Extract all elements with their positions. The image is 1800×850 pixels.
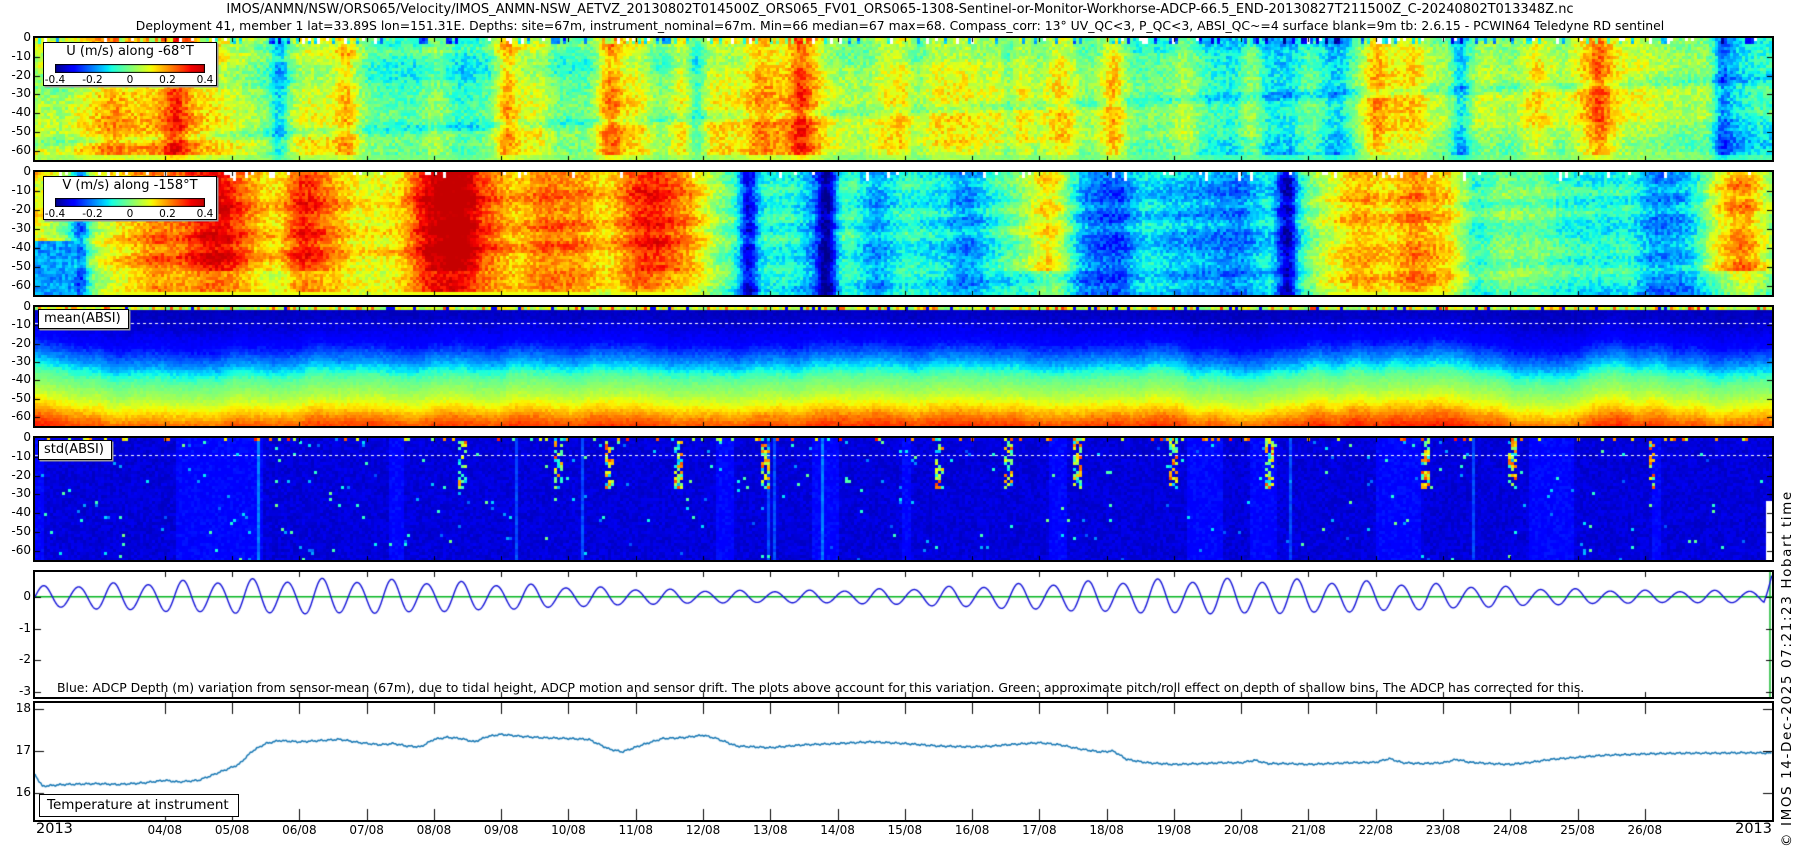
colorbar-tick-label: -0.4 — [44, 208, 66, 220]
mean-absi-label: mean(ABSI) — [38, 309, 129, 329]
date-tick-label: 20/08 — [1223, 823, 1259, 837]
colorbar-tick-label: -0.2 — [82, 74, 103, 86]
temperature-tick-label: 16 — [15, 784, 31, 799]
temperature-plot — [35, 703, 1772, 820]
temperature-tick-label: 18 — [15, 701, 31, 716]
date-tick-label: 04/08 — [147, 823, 183, 837]
panel-depth-variation: Blue: ADCP Depth (m) variation from sens… — [33, 570, 1774, 699]
depth-tick-label: 0 — [23, 164, 31, 178]
depth-tick-label: -30 — [11, 486, 31, 501]
depth-tick-label: -60 — [11, 408, 31, 423]
depth-tick-label: -50 — [11, 390, 31, 405]
depth-tick-label: -40 — [11, 239, 31, 254]
temperature-tick-label: 17 — [15, 743, 31, 758]
date-tick-label: 16/08 — [954, 823, 990, 837]
depth-tick-label: -30 — [11, 353, 31, 368]
panel-mean-absi: mean(ABSI) — [33, 305, 1774, 428]
date-tick-label: 06/08 — [282, 823, 317, 837]
depth-tick-label: -50 — [11, 523, 31, 538]
colorbar-tick-label: -0.2 — [82, 208, 103, 220]
depth-tick-label: -40 — [11, 372, 31, 387]
date-tick-label: 17/08 — [1022, 823, 1057, 837]
depth-variation-note: Blue: ADCP Depth (m) variation from sens… — [57, 680, 1585, 695]
depth-tick-label: -60 — [11, 142, 31, 157]
depth-tick-label: -30 — [11, 220, 31, 235]
figure-title-filename: IMOS/ANMN/NSW/ORS065/Velocity/IMOS_ANMN-… — [226, 2, 1574, 17]
depth-tick-label: -60 — [11, 542, 31, 557]
figure-subtitle-deployment: Deployment 41, member 1 lat=33.89S lon=1… — [135, 18, 1665, 33]
colorbar-tick-label: 0.4 — [196, 74, 214, 86]
date-tick-label: 21/08 — [1291, 823, 1326, 837]
colorbar-tick-label: 0.2 — [159, 208, 176, 220]
depth-tick-label: 0 — [23, 430, 31, 444]
date-tick-label: 07/08 — [349, 823, 384, 837]
date-tick-label: 18/08 — [1089, 823, 1124, 837]
temperature-label: Temperature at instrument — [39, 794, 239, 817]
std-absi-heatmap — [35, 438, 1772, 560]
depth-tick-label: -30 — [11, 86, 31, 101]
depth-tick-label: -10 — [11, 448, 31, 463]
date-tick-label: 25/08 — [1560, 823, 1595, 837]
x-axis-year-left: 2013 — [36, 821, 73, 837]
u-legend-title: U (m/s) along -68°T — [66, 44, 194, 59]
depth-tick-label: -40 — [11, 105, 31, 120]
panel-v-velocity: V (m/s) along -158°T -0.4 -0.2 0 0.2 0.4 — [33, 170, 1774, 297]
depth-tick-label: -20 — [11, 67, 31, 82]
depth-tick-label: -20 — [11, 335, 31, 350]
date-tick-label: 15/08 — [887, 823, 923, 837]
adcp-figure: IMOS/ANMN/NSW/ORS065/Velocity/IMOS_ANMN-… — [0, 0, 1800, 850]
mean-absi-heatmap — [35, 307, 1772, 426]
depth-variation-tick-label: -1 — [19, 620, 31, 635]
depth-tick-label: -10 — [11, 317, 31, 332]
date-tick-label: 23/08 — [1425, 823, 1461, 837]
date-tick-label: 10/08 — [551, 823, 586, 837]
x-axis-year-right: 2013 — [1735, 821, 1772, 837]
depth-tick-label: -10 — [11, 182, 31, 197]
panel-std-absi: std(ABSI) — [33, 436, 1774, 562]
colorbar-tick-label: 0.2 — [159, 74, 176, 86]
colorbar-tick-label: 0 — [126, 74, 134, 86]
depth-variation-tick-label: -2 — [19, 652, 31, 667]
date-tick-label: 13/08 — [753, 823, 788, 837]
depth-tick-label: -20 — [11, 467, 31, 482]
date-tick-label: 24/08 — [1493, 823, 1528, 837]
depth-variation-tick-label: -3 — [19, 684, 31, 699]
depth-tick-label: 0 — [23, 299, 31, 313]
depth-variation-plot — [35, 572, 1772, 697]
u-legend: U (m/s) along -68°T -0.4 -0.2 0 0.2 0.4 — [43, 42, 217, 86]
v-colorbar — [55, 198, 205, 207]
depth-tick-label: -50 — [11, 123, 31, 138]
depth-tick-label: -20 — [11, 201, 31, 216]
v-legend-title: V (m/s) along -158°T — [62, 178, 198, 193]
u-colorbar — [55, 64, 205, 73]
depth-tick-label: -10 — [11, 48, 31, 63]
v-velocity-heatmap — [35, 172, 1772, 295]
depth-variation-tick-label: 0 — [23, 588, 31, 603]
depth-tick-label: -40 — [11, 505, 31, 520]
depth-tick-label: -50 — [11, 258, 31, 273]
date-tick-label: 14/08 — [820, 823, 855, 837]
date-tick-label: 22/08 — [1358, 823, 1394, 837]
date-tick-label: 05/08 — [214, 823, 250, 837]
date-tick-label: 09/08 — [483, 823, 519, 837]
panel-u-velocity: U (m/s) along -68°T -0.4 -0.2 0 0.2 0.4 — [33, 36, 1774, 162]
colorbar-tick-label: 0.4 — [196, 208, 214, 220]
date-tick-label: 08/08 — [416, 823, 452, 837]
v-legend: V (m/s) along -158°T -0.4 -0.2 0 0.2 0.4 — [43, 176, 217, 220]
date-tick-label: 11/08 — [618, 823, 654, 837]
imos-watermark: © IMOS 14-Dec-2025 07:21:23 Hobart time — [1779, 490, 1795, 847]
std-absi-label: std(ABSI) — [38, 440, 112, 460]
panel-temperature: Temperature at instrument — [33, 701, 1774, 822]
depth-tick-label: 0 — [23, 30, 31, 44]
colorbar-tick-label: -0.4 — [44, 74, 66, 86]
depth-tick-label: -60 — [11, 277, 31, 292]
date-tick-label: 12/08 — [685, 823, 721, 837]
date-tick-label: 19/08 — [1156, 823, 1192, 837]
colorbar-tick-label: 0 — [126, 208, 134, 220]
date-tick-label: 26/08 — [1627, 823, 1663, 837]
u-velocity-heatmap — [35, 38, 1772, 160]
